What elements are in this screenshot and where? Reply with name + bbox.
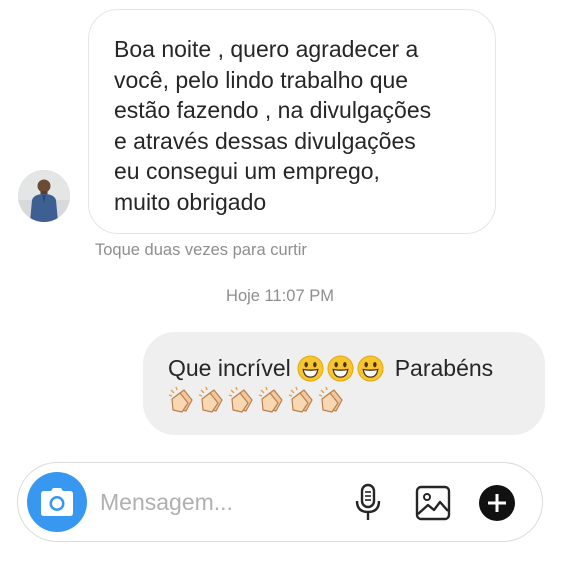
clapping-hands-emoji	[258, 386, 283, 413]
direct-message-thread: Boa noite , quero agradecer a você, pelo…	[0, 0, 568, 566]
grinning-face-emoji	[297, 354, 324, 382]
smiley-emoji-group	[291, 354, 387, 382]
message-input[interactable]	[100, 485, 340, 519]
grinning-face-emoji	[357, 354, 384, 382]
more-options-button[interactable]	[478, 484, 516, 522]
gallery-icon	[415, 485, 451, 521]
incoming-message-bubble[interactable]: Boa noite , quero agradecer a você, pelo…	[88, 9, 496, 234]
microphone-icon	[355, 483, 381, 520]
outgoing-message-text: Que incrível	[168, 354, 291, 381]
clapping-hands-emoji	[318, 386, 343, 413]
message-composer	[17, 462, 543, 542]
gallery-button[interactable]	[415, 485, 451, 521]
grinning-face-emoji	[327, 354, 354, 382]
outgoing-message-line: Que incrível Parabéns	[168, 351, 525, 385]
voice-message-button[interactable]	[353, 483, 383, 523]
camera-icon	[41, 488, 73, 516]
avatar[interactable]	[18, 170, 70, 222]
message-timestamp: Hoje 11:07 PM	[226, 287, 334, 305]
camera-button[interactable]	[27, 472, 87, 532]
outgoing-message-bubble[interactable]: Que incrível Parabéns	[143, 332, 545, 435]
outgoing-message-congrats: Parabéns	[394, 354, 494, 381]
avatar-photo	[18, 170, 70, 222]
clapping-emoji-row	[168, 386, 525, 414]
plus-icon	[479, 485, 515, 521]
double-tap-like-hint: Toque duas vezes para curtir	[95, 241, 307, 259]
clapping-hands-emoji	[288, 386, 313, 413]
clapping-hands-emoji	[198, 386, 223, 413]
clapping-hands-emoji	[168, 386, 193, 413]
incoming-message-text: Boa noite , quero agradecer a você, pelo…	[114, 36, 432, 215]
clapping-hands-emoji	[228, 386, 253, 413]
